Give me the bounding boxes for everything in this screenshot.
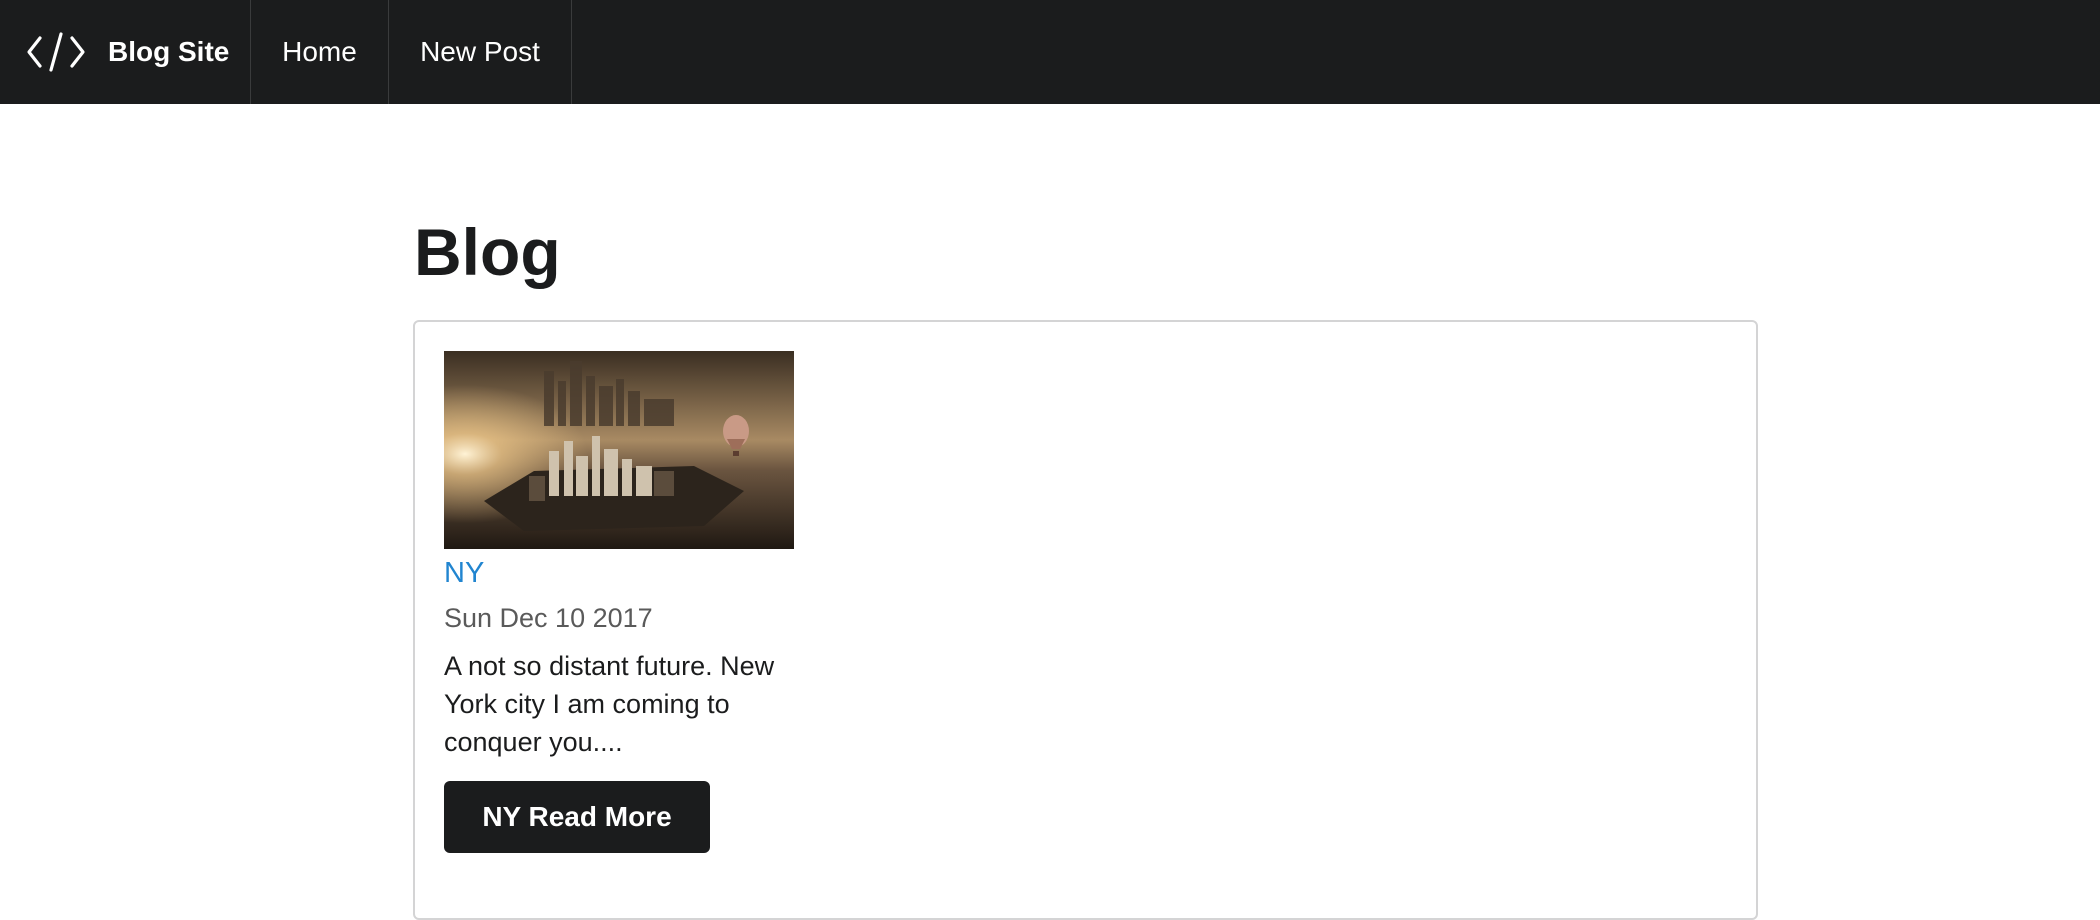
page-title: Blog: [414, 215, 561, 289]
read-more-button[interactable]: NY Read More: [444, 781, 710, 853]
top-navbar: Blog Site Home New Post: [0, 0, 2100, 104]
nav-new-post-link[interactable]: New Post: [389, 0, 572, 104]
posts-card: NY Sun Dec 10 2017 A not so distant futu…: [413, 320, 1758, 920]
brand-link[interactable]: Blog Site: [0, 0, 251, 104]
post-item: NY Sun Dec 10 2017 A not so distant futu…: [444, 351, 804, 853]
post-image: [444, 351, 794, 549]
post-date: Sun Dec 10 2017: [444, 603, 653, 633]
post-excerpt: A not so distant future. New York city I…: [444, 651, 775, 757]
nav-home-link[interactable]: Home: [251, 0, 389, 104]
post-title-link[interactable]: NY: [444, 555, 804, 591]
code-icon: [26, 30, 86, 74]
brand-label: Blog Site: [108, 36, 230, 67]
